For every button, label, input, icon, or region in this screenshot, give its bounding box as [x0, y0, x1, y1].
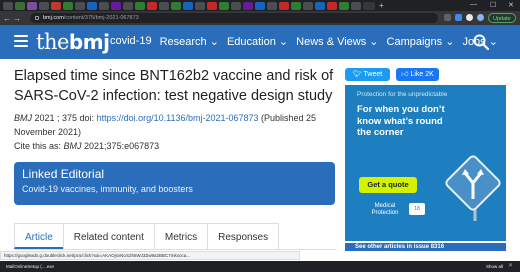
nav-research[interactable]: Research ⌄ [160, 35, 219, 48]
ad-headline: For when you don’t know what’s round the… [357, 104, 445, 138]
menu-icon[interactable] [14, 35, 28, 47]
extension-icon[interactable] [477, 14, 484, 21]
cite-reference: 2021;375:e067873 [81, 141, 160, 151]
article-tabs: Article Related content Metrics Response… [14, 223, 336, 250]
browser-tab[interactable] [315, 1, 325, 10]
browser-tab[interactable] [291, 1, 301, 10]
browser-tab[interactable] [99, 1, 109, 10]
browser-tab-active[interactable] [363, 1, 375, 10]
nav-campaigns[interactable]: Campaigns ⌄ [387, 35, 455, 48]
nav-education[interactable]: Education ⌄ [227, 35, 288, 48]
forward-icon[interactable]: → [12, 14, 22, 23]
tab-strip: + — ☐ ✕ [0, 0, 520, 11]
browser-tab[interactable] [63, 1, 73, 10]
site-logo[interactable]: thebmj [36, 30, 110, 54]
new-tab-icon[interactable]: + [379, 1, 384, 10]
browser-tab[interactable] [147, 1, 157, 10]
twitter-icon: 🐦︎ [352, 71, 364, 78]
download-item[interactable]: MailOnlineSetup (....exe [6, 261, 54, 272]
browser-tab[interactable] [303, 1, 313, 10]
browser-tab[interactable] [195, 1, 205, 10]
get-quote-button[interactable]: Get a quote [359, 177, 417, 193]
advertisement[interactable]: Protection for the unpredictable For whe… [345, 85, 506, 241]
ad-brand: Medical Protection [371, 203, 399, 216]
browser-tab[interactable] [75, 1, 85, 10]
maximize-icon[interactable]: ☐ [490, 1, 496, 9]
cite-journal: BMJ [63, 141, 82, 151]
browser-tab[interactable] [159, 1, 169, 10]
tab-article[interactable]: Article [14, 223, 64, 249]
extension-icon[interactable] [444, 14, 451, 21]
extension-icon[interactable] [455, 14, 462, 21]
address-bar[interactable]: bmj.com/content/375/bmj-2021-067873 [30, 13, 438, 23]
main-nav: covid-19 Research ⌄ Education ⌄ News & V… [110, 35, 506, 48]
profile-avatar[interactable] [466, 14, 473, 21]
tab-responses[interactable]: Responses [207, 223, 280, 249]
browser-tab[interactable] [51, 1, 61, 10]
close-window-icon[interactable]: ✕ [508, 1, 514, 9]
browser-tab[interactable] [15, 1, 25, 10]
browser-tab[interactable] [123, 1, 133, 10]
lock-icon [35, 16, 39, 20]
nav-news-views[interactable]: News & Views ⌄ [296, 35, 378, 48]
browser-tab[interactable] [27, 1, 37, 10]
downloads-bar: MailOnlineSetup (....exe Show all ✕ [0, 261, 520, 272]
browser-tab[interactable] [231, 1, 241, 10]
search-icon[interactable] [473, 34, 489, 50]
status-bar-url: https://googleads.g.doubleclick.net/pcs/… [0, 251, 300, 260]
issue-link[interactable]: See other articles in issue 8316 [345, 243, 506, 251]
browser-tab[interactable] [339, 1, 349, 10]
ad-tagline: Protection for the unpredictable [357, 91, 448, 98]
tweet-button[interactable]: 🐦︎ Tweet [345, 68, 390, 81]
back-icon[interactable]: ← [2, 14, 12, 23]
browser-tab[interactable] [351, 1, 361, 10]
minimize-icon[interactable]: — [470, 1, 477, 8]
browser-tab[interactable] [3, 1, 13, 10]
linked-editorial-box[interactable]: Linked Editorial Covid-19 vaccines, immu… [14, 162, 335, 205]
linked-editorial-link[interactable]: Covid-19 vaccines, immunity, and booster… [22, 184, 327, 194]
browser-tab[interactable] [135, 1, 145, 10]
linked-editorial-title: Linked Editorial [22, 167, 105, 181]
browser-tab[interactable] [183, 1, 193, 10]
browser-window: + — ☐ ✕ ← → bmj.com/content/375/bmj-2021… [0, 0, 520, 272]
browser-tab[interactable] [219, 1, 229, 10]
ad-badge-icon: 18 [409, 203, 425, 215]
nav-covid-19[interactable]: covid-19 [110, 35, 152, 48]
tab-metrics[interactable]: Metrics [153, 223, 209, 249]
browser-tab[interactable] [111, 1, 121, 10]
show-all-button[interactable]: Show all [486, 261, 503, 272]
browser-toolbar: ← → bmj.com/content/375/bmj-2021-067873 … [0, 11, 520, 25]
browser-tab[interactable] [87, 1, 97, 10]
browser-tab[interactable] [327, 1, 337, 10]
browser-tab[interactable] [39, 1, 49, 10]
cite-label: Cite this as: [14, 141, 64, 151]
doi-link[interactable]: https://doi.org/10.1136/bmj-2021-067873 [97, 113, 259, 123]
browser-tab[interactable] [255, 1, 265, 10]
browser-tab[interactable] [243, 1, 253, 10]
article-title: Elapsed time since BNT162b2 vaccine and … [14, 68, 334, 104]
close-icon[interactable]: ✕ [508, 261, 513, 272]
browser-tab[interactable] [279, 1, 289, 10]
journal-name: BMJ [14, 113, 32, 123]
citation-volume: 2021 ; 375 doi: [32, 113, 97, 123]
facebook-like-button[interactable]: 👍︎ Like 2K [396, 68, 439, 81]
browser-tab[interactable] [207, 1, 217, 10]
road-sign-illustration [445, 155, 501, 221]
tab-related-content[interactable]: Related content [62, 223, 155, 249]
browser-tab[interactable] [267, 1, 277, 10]
url-text: bmj.com/content/375/bmj-2021-067873 [43, 15, 139, 21]
citation-block: BMJ 2021 ; 375 doi: https://doi.org/10.1… [14, 111, 334, 153]
browser-tab[interactable] [171, 1, 181, 10]
update-button[interactable]: Update [488, 13, 516, 23]
site-header: thebmj covid-19 Research ⌄ Education ⌄ N… [0, 25, 520, 59]
